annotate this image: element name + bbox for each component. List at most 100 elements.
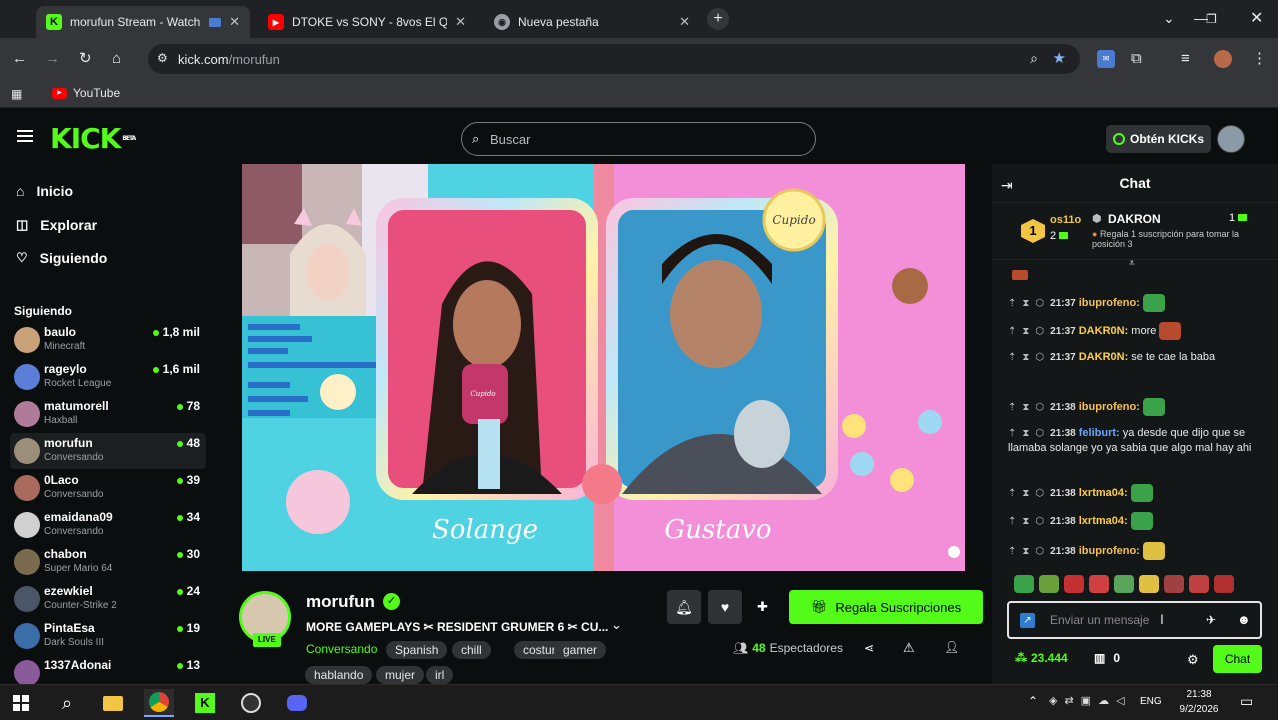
- tag-hablando[interactable]: hablando: [305, 666, 373, 684]
- emote[interactable]: [1189, 575, 1209, 593]
- obs-app-icon[interactable]: [236, 689, 266, 717]
- tray-icons[interactable]: ◈⇄▣☁◁: [1049, 694, 1132, 707]
- profile-avatar[interactable]: [1214, 50, 1232, 68]
- emote[interactable]: [1039, 575, 1059, 593]
- file-explorer-icon[interactable]: [98, 689, 128, 717]
- tag-spanish[interactable]: Spanish: [386, 641, 448, 659]
- notifications-icon[interactable]: ▭: [1240, 693, 1253, 710]
- chrome-menu-icon[interactable]: ⋮: [1252, 50, 1267, 68]
- tag-chill[interactable]: chill: [452, 641, 491, 659]
- notifications-button[interactable]: 🔔︎: [667, 590, 701, 624]
- window-menu-icon[interactable]: ⌄: [1163, 10, 1175, 27]
- ban-icon[interactable]: ⬡: [1035, 402, 1044, 413]
- category-link[interactable]: Conversando: [306, 642, 377, 656]
- following-item[interactable]: rageylo Rocket League 1,6 mil: [10, 359, 206, 395]
- timeout-icon[interactable]: ⧗: [1022, 516, 1029, 527]
- emote[interactable]: [1064, 575, 1084, 593]
- chat-message[interactable]: ⇡ ⧗ ⬡ 21:37 ibuprofeno:: [1008, 294, 1258, 312]
- message-username[interactable]: DAKR0N:: [1079, 325, 1129, 337]
- windows-start-icon[interactable]: [6, 689, 36, 717]
- chat-settings-icon[interactable]: ⚙: [1187, 652, 1199, 668]
- zoom-icon[interactable]: ⌕: [1030, 50, 1038, 67]
- pin-icon[interactable]: ⇡: [1008, 326, 1016, 337]
- timeout-icon[interactable]: ⧗: [1022, 428, 1029, 439]
- following-item[interactable]: baulo Minecraft 1,8 mil: [10, 322, 206, 358]
- home-icon[interactable]: ⌂: [112, 50, 121, 68]
- ban-icon[interactable]: ⬡: [1035, 546, 1044, 557]
- browser-tab-youtube[interactable]: ▶ DTOKE vs SONY - 8vos El Quint ✕: [258, 6, 476, 38]
- message-username[interactable]: feliburt:: [1079, 427, 1120, 439]
- message-username[interactable]: ibuprofeno:: [1079, 297, 1140, 309]
- following-item[interactable]: PintaEsa Dark Souls III 19: [10, 618, 206, 654]
- kick-emote-icon[interactable]: ✈: [1206, 613, 1216, 627]
- chat-message-input[interactable]: ↗ Enviar un mensaje I ✈ ☻: [1007, 601, 1262, 639]
- ban-icon[interactable]: ⬡: [1035, 298, 1044, 309]
- tray-chevron-icon[interactable]: ⌃: [1028, 694, 1038, 708]
- emote[interactable]: [1139, 575, 1159, 593]
- ban-icon[interactable]: ⬡: [1035, 326, 1044, 337]
- pin-icon[interactable]: ⇡: [1008, 352, 1016, 363]
- browser-tab-new[interactable]: ◉ Nueva pestaña ✕: [484, 6, 700, 38]
- tag-irl[interactable]: irl: [426, 666, 454, 684]
- clip-icon[interactable]: ✚: [757, 599, 768, 615]
- following-item[interactable]: ezewkiel Counter-Strike 2 24: [10, 581, 206, 617]
- chat-message[interactable]: ⇡ ⧗ ⬡ 21:38 lxrtma04:: [1008, 512, 1258, 530]
- pin-icon[interactable]: ⇡: [1008, 488, 1016, 499]
- emote[interactable]: [1214, 575, 1234, 593]
- timeout-icon[interactable]: ⧗: [1022, 352, 1029, 363]
- forward-icon[interactable]: →: [45, 50, 60, 68]
- timeout-icon[interactable]: ⧗: [1022, 326, 1029, 337]
- search-input[interactable]: ⌕ Buscar: [461, 122, 816, 156]
- restore-icon[interactable]: ❐: [1206, 12, 1217, 26]
- ban-icon[interactable]: ⬡: [1035, 428, 1044, 439]
- pin-icon[interactable]: ⇡: [1008, 298, 1016, 309]
- timeout-icon[interactable]: ⧗: [1022, 546, 1029, 557]
- close-tab-icon[interactable]: ✕: [455, 14, 466, 30]
- address-bar[interactable]: ⚙ kick.com/morufun ⌕ ★: [148, 44, 1080, 74]
- close-tab-icon[interactable]: ✕: [679, 14, 690, 30]
- media-control-icon[interactable]: ≡: [1181, 50, 1190, 68]
- nav-explore[interactable]: ◫ Explorar: [16, 217, 97, 233]
- tag-mujer[interactable]: mujer: [376, 666, 425, 684]
- kick-logo[interactable]: KICK BETA: [50, 125, 136, 153]
- search-icon[interactable]: ⌕: [52, 689, 82, 717]
- video-player[interactable]: Solange Gustavo Cupido Cupido: [242, 164, 965, 571]
- emote[interactable]: [1089, 575, 1109, 593]
- kick-app-icon[interactable]: K: [190, 689, 220, 717]
- close-window-icon[interactable]: ✕: [1250, 8, 1263, 28]
- following-item[interactable]: morufun Conversando 48: [10, 433, 206, 469]
- following-item[interactable]: matumorell Haxball 78: [10, 396, 206, 432]
- chat-message[interactable]: ⇡ ⧗ ⬡ 21:38 lxrtma04:: [1008, 484, 1258, 502]
- send-chat-button[interactable]: Chat: [1213, 645, 1262, 673]
- clock[interactable]: 21:38 9/2/2026: [1176, 687, 1222, 717]
- close-tab-icon[interactable]: ✕: [229, 14, 240, 30]
- gift-subs-button[interactable]: 🎁︎ Regala Suscripciones: [789, 590, 983, 624]
- ban-icon[interactable]: ⬡: [1035, 516, 1044, 527]
- message-username[interactable]: ibuprofeno:: [1079, 545, 1140, 557]
- message-username[interactable]: lxrtma04:: [1079, 487, 1128, 499]
- chat-message[interactable]: ⇡ ⧗ ⬡ 21:37 DAKR0N: more: [1008, 322, 1258, 340]
- pin-icon[interactable]: ⇡: [1008, 402, 1016, 413]
- pin-icon[interactable]: ⇡: [1008, 428, 1016, 439]
- follow-button[interactable]: ♥: [708, 590, 742, 624]
- apps-grid-icon[interactable]: ▦: [11, 87, 22, 101]
- back-icon[interactable]: ←: [12, 50, 27, 68]
- message-username[interactable]: ibuprofeno:: [1079, 401, 1140, 413]
- expand-title-icon[interactable]: ⌄: [611, 617, 622, 633]
- bookmark-youtube[interactable]: ▶ YouTube: [52, 86, 120, 100]
- nav-home[interactable]: ⌂ Inicio: [16, 183, 73, 199]
- site-info-icon[interactable]: ⚙: [157, 51, 168, 65]
- menu-icon[interactable]: [17, 130, 33, 142]
- chat-message[interactable]: ⇡ ⧗ ⬡ 21:37 DAKR0N: se te cae la baba: [1008, 350, 1258, 365]
- timeout-icon[interactable]: ⧗: [1022, 402, 1029, 413]
- emote[interactable]: [1014, 575, 1034, 593]
- kicks-balance[interactable]: ▥ 0: [1094, 651, 1120, 665]
- host-user-icon[interactable]: 👤︎: [944, 640, 959, 654]
- get-kicks-button[interactable]: Obtén KICKs: [1106, 125, 1211, 153]
- report-icon[interactable]: ⚠: [903, 640, 915, 656]
- ban-icon[interactable]: ⬡: [1035, 488, 1044, 499]
- chat-message[interactable]: ⇡ ⧗ ⬡ 21:38 feliburt: ya desde que dijo que …: [1008, 426, 1258, 456]
- pin-icon[interactable]: ⇡: [1008, 546, 1016, 557]
- share-icon[interactable]: ⋖: [864, 641, 874, 655]
- user-avatar[interactable]: [1217, 125, 1245, 153]
